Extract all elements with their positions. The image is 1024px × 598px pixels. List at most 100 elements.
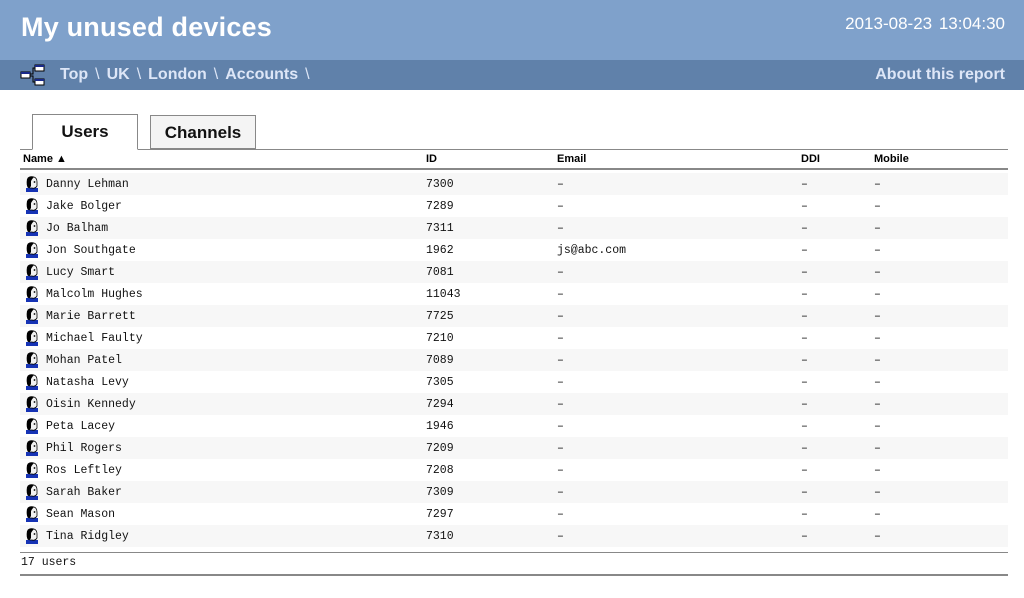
breadcrumb-london[interactable]: London <box>148 66 207 83</box>
cell-ddi: – <box>798 525 871 547</box>
cell-mobile: – <box>871 415 1008 437</box>
table-row[interactable]: Jon Southgate 1962 js@abc.com – – <box>20 239 1008 261</box>
breadcrumb-accounts[interactable]: Accounts <box>225 66 298 83</box>
table-row[interactable]: Oisin Kennedy 7294– – – <box>20 393 1008 415</box>
table-row[interactable]: Sarah Baker 7309– – – <box>20 481 1008 503</box>
cell-email: – <box>554 437 798 459</box>
cell-ddi: – <box>798 503 871 525</box>
cell-ddi: – <box>798 415 871 437</box>
breadcrumb-separator: \ <box>136 66 142 83</box>
cell-mobile: – <box>871 217 1008 239</box>
cell-name: Jo Balham <box>20 217 423 239</box>
table-row[interactable]: Marie Barrett 7725– – – <box>20 305 1008 327</box>
tab-bar: Users Channels <box>20 114 1008 150</box>
user-name[interactable]: Mohan Patel <box>46 354 122 367</box>
table-row[interactable]: Tina Ridgley 7310– – – <box>20 525 1008 547</box>
user-name[interactable]: Phil Rogers <box>46 442 122 455</box>
user-name[interactable]: Sarah Baker <box>46 486 122 499</box>
table-row[interactable]: Sean Mason 7297– – – <box>20 503 1008 525</box>
cell-mobile: – <box>871 459 1008 481</box>
table-row[interactable]: Ros Leftley 7208– – – <box>20 459 1008 481</box>
cell-ddi: – <box>798 283 871 305</box>
cell-id: 7311 <box>423 217 554 239</box>
cell-email: – <box>554 525 798 547</box>
table-row[interactable]: Jo Balham 7311– – – <box>20 217 1008 239</box>
cell-name: Lucy Smart <box>20 261 423 283</box>
tab-channels[interactable]: Channels <box>150 115 256 149</box>
user-name[interactable]: Jon Southgate <box>46 244 136 257</box>
cell-ddi: – <box>798 459 871 481</box>
cell-name: Malcolm Hughes <box>20 283 423 305</box>
column-header-name[interactable]: Name ▲ <box>20 149 423 170</box>
cell-id: 1946 <box>423 415 554 437</box>
user-name[interactable]: Marie Barrett <box>46 310 136 323</box>
user-icon <box>26 198 38 214</box>
cell-name: Sean Mason <box>20 503 423 525</box>
user-icon <box>26 506 38 522</box>
user-name[interactable]: Ros Leftley <box>46 464 122 477</box>
table-row[interactable]: Natasha Levy 7305– – – <box>20 371 1008 393</box>
cell-mobile: – <box>871 283 1008 305</box>
user-icon <box>26 242 38 258</box>
user-icon <box>26 264 38 280</box>
report-header: My unused devices 2013-08-23 13:04:30 <box>0 0 1024 60</box>
cell-ddi: – <box>798 481 871 503</box>
table-row[interactable]: Jake Bolger 7289– – – <box>20 195 1008 217</box>
hierarchy-icon[interactable] <box>20 64 46 86</box>
navigation-bar: Top \ UK \ London \ Accounts \ About this repor… <box>0 60 1024 90</box>
table-row[interactable]: Lucy Smart 7081– – – <box>20 261 1008 283</box>
cell-name: Tina Ridgley <box>20 525 423 547</box>
cell-email: – <box>554 217 798 239</box>
cell-mobile: – <box>871 349 1008 371</box>
cell-email: – <box>554 305 798 327</box>
table-row[interactable]: Malcolm Hughes 11043– – – <box>20 283 1008 305</box>
page-title: My unused devices <box>21 12 272 42</box>
cell-id: 1962 <box>423 239 554 261</box>
about-report-link[interactable]: About this report <box>875 66 1005 84</box>
user-icon <box>26 462 38 478</box>
user-icon <box>26 308 38 324</box>
user-name[interactable]: Danny Lehman <box>46 178 129 191</box>
cell-ddi: – <box>798 371 871 393</box>
table-row[interactable]: Mohan Patel 7089– – – <box>20 349 1008 371</box>
user-name[interactable]: Jake Bolger <box>46 200 122 213</box>
tab-users[interactable]: Users <box>32 114 138 150</box>
user-icon <box>26 396 38 412</box>
table-row[interactable]: Michael Faulty 7210– – – <box>20 327 1008 349</box>
user-name[interactable]: Peta Lacey <box>46 420 115 433</box>
table-row[interactable]: Phil Rogers 7209– – – <box>20 437 1008 459</box>
cell-id: 7309 <box>423 481 554 503</box>
cell-email: – <box>554 283 798 305</box>
cell-name: Phil Rogers <box>20 437 423 459</box>
cell-email: – <box>554 459 798 481</box>
cell-mobile: – <box>871 437 1008 459</box>
cell-mobile: – <box>871 503 1008 525</box>
cell-name: Jake Bolger <box>20 195 423 217</box>
user-name[interactable]: Malcolm Hughes <box>46 288 143 301</box>
cell-mobile: – <box>871 525 1008 547</box>
cell-id: 7300 <box>423 173 554 195</box>
cell-ddi: – <box>798 305 871 327</box>
user-name[interactable]: Natasha Levy <box>46 376 129 389</box>
table-row[interactable]: Danny Lehman 7300– – – <box>20 173 1008 195</box>
user-name[interactable]: Jo Balham <box>46 222 108 235</box>
column-header-mobile[interactable]: Mobile <box>871 149 1008 170</box>
user-name[interactable]: Michael Faulty <box>46 332 143 345</box>
report-datetime: 2013-08-23 13:04:30 <box>845 14 1005 33</box>
breadcrumb-separator: \ <box>95 66 100 83</box>
cell-email: – <box>554 195 798 217</box>
user-name[interactable]: Tina Ridgley <box>46 530 129 543</box>
breadcrumb-top[interactable]: Top <box>60 66 88 83</box>
breadcrumb-uk[interactable]: UK <box>107 66 130 83</box>
user-name[interactable]: Sean Mason <box>46 508 115 521</box>
table-row[interactable]: Peta Lacey 1946– – – <box>20 415 1008 437</box>
column-header-email[interactable]: Email <box>554 149 798 170</box>
cell-ddi: – <box>798 261 871 283</box>
column-header-id[interactable]: ID <box>423 149 554 170</box>
cell-email: – <box>554 503 798 525</box>
cell-id: 11043 <box>423 283 554 305</box>
cell-ddi: – <box>798 437 871 459</box>
user-name[interactable]: Oisin Kennedy <box>46 398 136 411</box>
user-name[interactable]: Lucy Smart <box>46 266 115 279</box>
column-header-ddi[interactable]: DDI <box>798 149 871 170</box>
